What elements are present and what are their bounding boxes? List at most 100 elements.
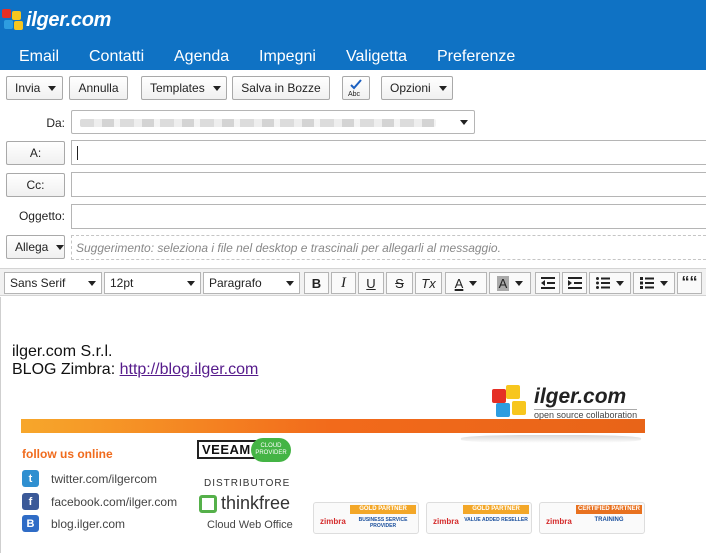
subject-field[interactable] <box>71 204 706 229</box>
badge-title: GOLD PARTNER <box>463 505 529 514</box>
cc-label: Cc: <box>26 178 45 192</box>
from-select[interactable] <box>71 110 475 134</box>
chevron-down-icon <box>469 280 478 286</box>
social-facebook[interactable]: f facebook.com/ilger.com <box>22 493 177 510</box>
nav-briefcase[interactable]: Valigetta <box>346 48 407 66</box>
templates-label: Templates <box>150 81 205 95</box>
company-name: ilger.com S.r.l. <box>12 343 113 360</box>
bullet-list-icon <box>596 277 610 289</box>
font-color-button[interactable]: A <box>445 272 487 294</box>
attach-label: Allega <box>15 240 49 254</box>
thinkfree-logo: thinkfree <box>199 493 290 514</box>
outdent-button[interactable] <box>535 272 560 294</box>
zimbra-logo: zimbra <box>320 517 346 526</box>
nav-calendar[interactable]: Agenda <box>174 48 229 66</box>
twitter-icon: t <box>22 470 39 487</box>
options-button[interactable]: Opzioni <box>381 76 453 100</box>
cancel-label: Annulla <box>78 81 119 95</box>
chevron-down-icon <box>187 280 195 286</box>
zimbra-logo: zimbra <box>546 517 572 526</box>
spellcheck-button[interactable]: Abc <box>342 76 370 100</box>
badge-title: CERTIFIED PARTNER <box>576 505 642 514</box>
nav-contacts[interactable]: Contatti <box>89 48 144 66</box>
save-draft-button[interactable]: Salva in Bozze <box>232 76 330 100</box>
quote-icon: ““ <box>681 274 698 291</box>
signature-banner-stripe <box>21 419 645 433</box>
follow-heading: follow us online <box>22 447 113 461</box>
blog-line: BLOG Zimbra: http://blog.ilger.com <box>12 361 258 379</box>
font-family-select[interactable]: Sans Serif <box>4 272 102 294</box>
to-button[interactable]: A: <box>6 141 65 165</box>
social-blog[interactable]: B blog.ilger.com <box>22 515 125 532</box>
to-field[interactable] <box>71 140 706 165</box>
brand-tagline: open source collaboration <box>534 409 638 420</box>
underline-icon: U <box>366 275 376 291</box>
zimbra-badge-var: zimbra GOLD PARTNER VALUE ADDED RESELLER <box>426 502 532 534</box>
nav-email[interactable]: Email <box>19 48 59 66</box>
bold-button[interactable]: B <box>304 272 329 294</box>
blog-link[interactable]: http://blog.ilger.com <box>120 361 259 378</box>
font-size-select[interactable]: 12pt <box>104 272 201 294</box>
bg-color-button[interactable]: A <box>489 272 531 294</box>
facebook-text: facebook.com/ilger.com <box>51 494 178 509</box>
font-color-icon: A <box>454 275 464 291</box>
spellcheck-icon: Abc <box>348 79 362 98</box>
block-format-select[interactable]: Paragrafo <box>203 272 300 294</box>
subject-label: Oggetto: <box>18 209 65 223</box>
badge-title: GOLD PARTNER <box>350 505 416 514</box>
veeam-text: VEEAM <box>197 440 256 459</box>
app-logo[interactable]: ilger.com <box>0 6 111 34</box>
zimbra-logo: zimbra <box>433 517 459 526</box>
cc-button[interactable]: Cc: <box>6 173 65 197</box>
blockquote-button[interactable]: ““ <box>677 272 702 294</box>
facebook-icon: f <box>22 493 39 510</box>
blog-text: blog.ilger.com <box>51 516 126 531</box>
zimbra-badge-training: zimbra CERTIFIED PARTNER TRAINING <box>539 502 645 534</box>
veeam-cloud-badge: CLOUD PROVIDER <box>251 438 291 462</box>
templates-button[interactable]: Templates <box>141 76 227 100</box>
main-nav: Email Contatti Agenda Impegni Valigetta … <box>0 40 706 70</box>
options-label: Opzioni <box>390 81 431 95</box>
puzzle-icon <box>2 9 24 31</box>
chevron-down-icon <box>515 280 524 286</box>
bold-icon: B <box>311 275 322 291</box>
numbered-list-button[interactable] <box>633 272 675 294</box>
attach-button[interactable]: Allega <box>6 235 65 259</box>
chevron-down-icon[interactable] <box>48 85 57 91</box>
chevron-down-icon <box>660 280 668 286</box>
font-size-value: 12pt <box>110 276 134 290</box>
message-body[interactable]: ilger.com S.r.l. BLOG Zimbra: http://blo… <box>0 297 706 553</box>
to-label: A: <box>29 146 42 160</box>
banner-shadow <box>461 435 641 443</box>
italic-button[interactable]: I <box>331 272 356 294</box>
blogger-icon: B <box>22 515 39 532</box>
chevron-down-icon <box>460 120 468 125</box>
spellcheck-text: Abc <box>348 91 361 98</box>
cc-field[interactable] <box>71 172 706 197</box>
blog-label: BLOG Zimbra: <box>12 361 116 378</box>
nav-preferences[interactable]: Preferenze <box>437 48 515 66</box>
strikethrough-button[interactable]: S <box>386 272 413 294</box>
chevron-down-icon <box>616 280 624 286</box>
clear-format-button[interactable]: Tx <box>415 272 442 294</box>
zimbra-badge-bsp: zimbra GOLD PARTNER BUSINESS SERVICE PRO… <box>313 502 419 534</box>
chevron-down-icon <box>88 280 96 286</box>
strikethrough-icon: S <box>395 275 404 291</box>
clear-format-icon: Tx <box>421 275 436 291</box>
indent-button[interactable] <box>562 272 587 294</box>
cloud-web-office-label: Cloud Web Office <box>207 519 293 531</box>
send-label: Invia <box>15 81 41 95</box>
cancel-button[interactable]: Annulla <box>69 76 128 100</box>
social-twitter[interactable]: t twitter.com/ilgercom <box>22 470 157 487</box>
underline-button[interactable]: U <box>358 272 384 294</box>
thinkfree-icon <box>199 494 217 513</box>
nav-tasks[interactable]: Impegni <box>259 48 316 66</box>
attach-dropzone[interactable]: Suggerimento: seleziona i file nel deskt… <box>71 235 706 260</box>
editor-toolbar: Sans Serif 12pt Paragrafo B I U S Tx A A… <box>0 268 706 296</box>
attach-hint: Suggerimento: seleziona i file nel deskt… <box>76 241 501 255</box>
send-button[interactable]: Invia <box>6 76 63 100</box>
bullet-list-button[interactable] <box>589 272 631 294</box>
block-format-value: Paragrafo <box>209 276 262 290</box>
signature-text: ilger.com S.r.l. BLOG Zimbra: http://blo… <box>12 343 258 379</box>
chevron-down-icon <box>286 280 294 286</box>
